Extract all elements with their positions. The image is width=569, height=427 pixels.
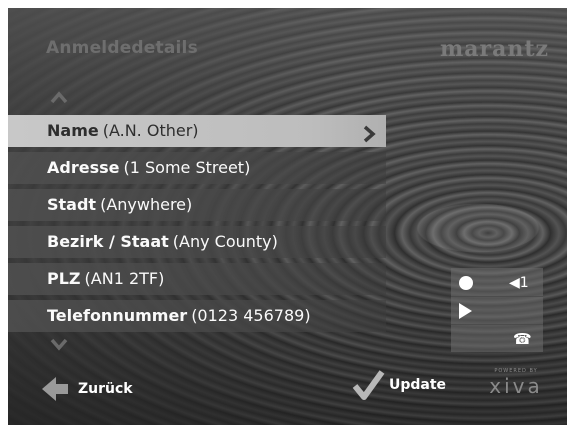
status-row <box>451 298 543 325</box>
status-row: ◀1 <box>451 270 543 297</box>
menu-item-postcode[interactable]: PLZ (AN1 2TF) <box>8 263 386 295</box>
update-label: Update <box>389 377 447 393</box>
menu-item-address[interactable]: Adresse (1 Some Street) <box>8 152 386 184</box>
menu-item-value: (0123 456789) <box>191 306 311 325</box>
screen: Anmeldedetails marantz Name (A.N. Other) … <box>8 8 567 425</box>
marantz-logo: marantz <box>439 36 549 62</box>
menu-item-value: (Any County) <box>172 232 278 251</box>
status-row: ☎ <box>451 326 543 352</box>
phone-icon: ☎ <box>513 330 532 348</box>
back-label: Zurück <box>78 381 133 397</box>
xiva-brand: xiva <box>489 374 543 398</box>
xiva-logo: POWERED BY xiva <box>486 368 546 398</box>
menu-item-value: (1 Some Street) <box>123 158 251 177</box>
update-button[interactable]: Update <box>351 368 446 402</box>
chevron-down-icon[interactable] <box>50 338 68 352</box>
checkmark-icon <box>352 370 385 400</box>
menu-item-label: Name <box>47 121 99 140</box>
menu-item-label: Telefonnummer <box>47 306 188 325</box>
back-arrow-icon <box>42 377 68 401</box>
menu-item-label: Adresse <box>47 158 120 177</box>
menu-item-value: (Anywhere) <box>100 195 193 214</box>
menu-item-phone[interactable]: Telefonnummer (0123 456789) <box>8 300 386 332</box>
volume-icon: ◀1 <box>509 275 529 291</box>
details-menu: Name (A.N. Other) Adresse (1 Some Street) … <box>8 115 386 337</box>
menu-item-value: (AN1 2TF) <box>84 269 165 288</box>
menu-item-label: Bezirk / Staat <box>47 232 169 251</box>
menu-item-label: Stadt <box>47 195 97 214</box>
menu-item-value: (A.N. Other) <box>102 121 199 140</box>
menu-item-label: PLZ <box>47 269 81 288</box>
chevron-right-icon <box>362 122 376 143</box>
record-icon <box>459 276 473 290</box>
chevron-up-icon[interactable] <box>50 90 68 104</box>
play-icon <box>459 303 472 319</box>
menu-item-county[interactable]: Bezirk / Staat (Any County) <box>8 226 386 258</box>
back-button[interactable]: Zurück <box>40 374 133 404</box>
status-panel: ◀1 ☎ <box>451 268 543 352</box>
menu-item-city[interactable]: Stadt (Anywhere) <box>8 189 386 221</box>
page-title: Anmeldedetails <box>46 38 198 58</box>
menu-item-name[interactable]: Name (A.N. Other) <box>8 115 386 147</box>
